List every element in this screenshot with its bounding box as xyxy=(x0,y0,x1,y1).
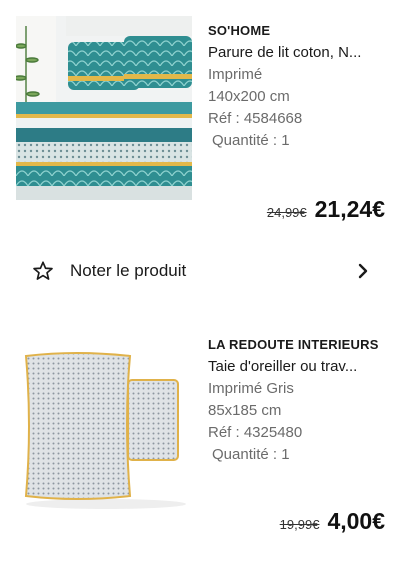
product-info: LA REDOUTE INTERIEURS Taie d'oreiller ou… xyxy=(208,334,389,466)
product-info: SO'HOME Parure de lit coton, N... Imprim… xyxy=(208,20,389,152)
product-image[interactable] xyxy=(16,326,192,512)
chevron-right-icon xyxy=(358,263,368,279)
cart-item: SO'HOME Parure de lit coton, N... Imprim… xyxy=(0,0,401,236)
product-size: 85x185 cm xyxy=(208,402,282,419)
old-price: 24,99€ xyxy=(266,205,307,220)
price-row: 24,99€ 21,24€ xyxy=(267,196,385,223)
product-color: Imprimé xyxy=(208,66,263,83)
cart-item: LA REDOUTE INTERIEURS Taie d'oreiller ou… xyxy=(0,318,401,570)
product-title[interactable]: Parure de lit coton, N... xyxy=(208,42,389,64)
product-size: 140x200 cm xyxy=(208,88,290,105)
product-image[interactable] xyxy=(16,16,192,200)
product-title[interactable]: Taie d'oreiller ou trav... xyxy=(208,356,389,378)
product-brand: SO'HOME xyxy=(208,23,271,38)
product-quantity: Quantité : 1 xyxy=(212,446,290,463)
product-quantity: Quantité : 1 xyxy=(212,132,290,149)
product-brand: LA REDOUTE INTERIEURS xyxy=(208,337,379,352)
star-outline-icon xyxy=(33,261,53,280)
rate-product-button[interactable]: Noter le produit xyxy=(0,248,401,294)
price-row: 19,99€ 4,00€ xyxy=(280,508,385,535)
product-ref: Réf : 4584668 xyxy=(208,110,303,127)
new-price: 21,24€ xyxy=(314,196,385,222)
product-color: Imprimé Gris xyxy=(208,380,294,397)
rate-product-label: Noter le produit xyxy=(70,261,187,280)
old-price: 19,99€ xyxy=(279,517,320,532)
product-ref: Réf : 4325480 xyxy=(208,424,303,441)
new-price: 4,00€ xyxy=(327,508,385,534)
